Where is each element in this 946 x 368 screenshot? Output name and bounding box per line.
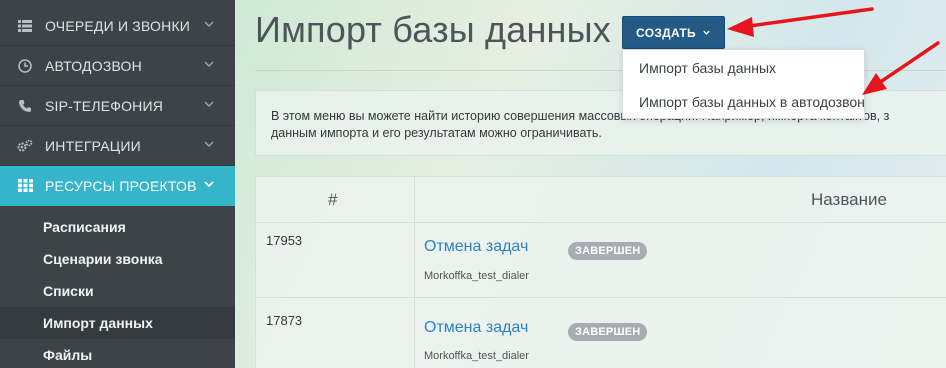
create-button[interactable]: СОЗДАТЬ bbox=[622, 16, 725, 49]
task-link[interactable]: Отмена задач bbox=[424, 238, 528, 256]
column-header-name[interactable]: Название bbox=[811, 177, 887, 222]
row-id: 17953 bbox=[266, 233, 303, 248]
page-title: Импорт базы данных bbox=[255, 9, 611, 50]
import-table: # Название 17953 Отмена задач ЗАВЕРШЕН M… bbox=[255, 176, 946, 368]
sidebar-item-sip-telephony[interactable]: SIP-ТЕЛЕФОНИЯ bbox=[0, 86, 235, 126]
info-text-line: данным импорта и его результатам можно о… bbox=[271, 126, 602, 140]
menu-item-import-database-autodial[interactable]: Импорт базы данных в автодозвон bbox=[623, 86, 865, 118]
chevron-down-icon bbox=[204, 61, 214, 68]
sidebar-subitem-schedules[interactable]: Расписания bbox=[0, 211, 235, 243]
phone-icon bbox=[17, 98, 33, 114]
sidebar-item-queues-calls[interactable]: ОЧЕРЕДИ И ЗВОНКИ bbox=[0, 6, 235, 46]
chevron-down-icon bbox=[204, 101, 214, 108]
chevron-down-icon bbox=[204, 181, 214, 188]
clock-icon bbox=[17, 58, 33, 74]
sidebar-item-autodial[interactable]: АВТОДОЗВОН bbox=[0, 46, 235, 86]
chevron-down-icon bbox=[703, 30, 710, 35]
sidebar-subitem-lists[interactable]: Списки bbox=[0, 275, 235, 307]
sidebar-item-label: ИНТЕГРАЦИИ bbox=[45, 137, 141, 154]
column-divider bbox=[414, 177, 415, 368]
grid-icon bbox=[17, 178, 33, 194]
sidebar-subitem-call-scenarios[interactable]: Сценарии звонка bbox=[0, 243, 235, 275]
row-divider bbox=[256, 222, 946, 223]
chevron-down-icon bbox=[204, 21, 214, 28]
status-badge: ЗАВЕРШЕН bbox=[568, 323, 648, 341]
dialer-name: Morkoffka_test_dialer bbox=[424, 350, 529, 362]
menu-item-import-database[interactable]: Импорт базы данных bbox=[623, 52, 864, 84]
sidebar-subitem-data-import[interactable]: Импорт данных bbox=[0, 307, 235, 339]
chevron-down-icon bbox=[204, 141, 214, 148]
gears-icon bbox=[17, 138, 33, 154]
row-id: 17873 bbox=[266, 313, 303, 328]
dialer-name: Morkoffka_test_dialer bbox=[424, 270, 529, 282]
column-header-id[interactable]: # bbox=[328, 177, 337, 222]
status-badge: ЗАВЕРШЕН bbox=[568, 242, 648, 260]
task-link[interactable]: Отмена задач bbox=[424, 319, 528, 337]
row-divider bbox=[256, 297, 946, 298]
sidebar-item-project-resources[interactable]: РЕСУРСЫ ПРОЕКТОВ bbox=[0, 166, 235, 206]
sidebar-item-label: АВТОДОЗВОН bbox=[45, 57, 142, 74]
sidebar-item-integrations[interactable]: ИНТЕГРАЦИИ bbox=[0, 126, 235, 166]
sidebar-item-label: РЕСУРСЫ ПРОЕКТОВ bbox=[45, 177, 197, 194]
create-button-label: СОЗДАТЬ bbox=[636, 25, 696, 40]
sidebar-item-label: ОЧЕРЕДИ И ЗВОНКИ bbox=[45, 17, 191, 34]
sidebar-item-label: SIP-ТЕЛЕФОНИЯ bbox=[45, 97, 164, 114]
sidebar: ОЧЕРЕДИ И ЗВОНКИ АВТОДОЗВОН SIP-ТЕЛЕФОНИ… bbox=[0, 0, 235, 368]
list-icon bbox=[17, 18, 33, 34]
main-content: Импорт базы данных В этом меню вы можете… bbox=[235, 0, 946, 368]
sidebar-subitem-files[interactable]: Файлы bbox=[0, 339, 235, 368]
create-dropdown-menu: Импорт базы данных Импорт базы данных в … bbox=[622, 49, 865, 119]
